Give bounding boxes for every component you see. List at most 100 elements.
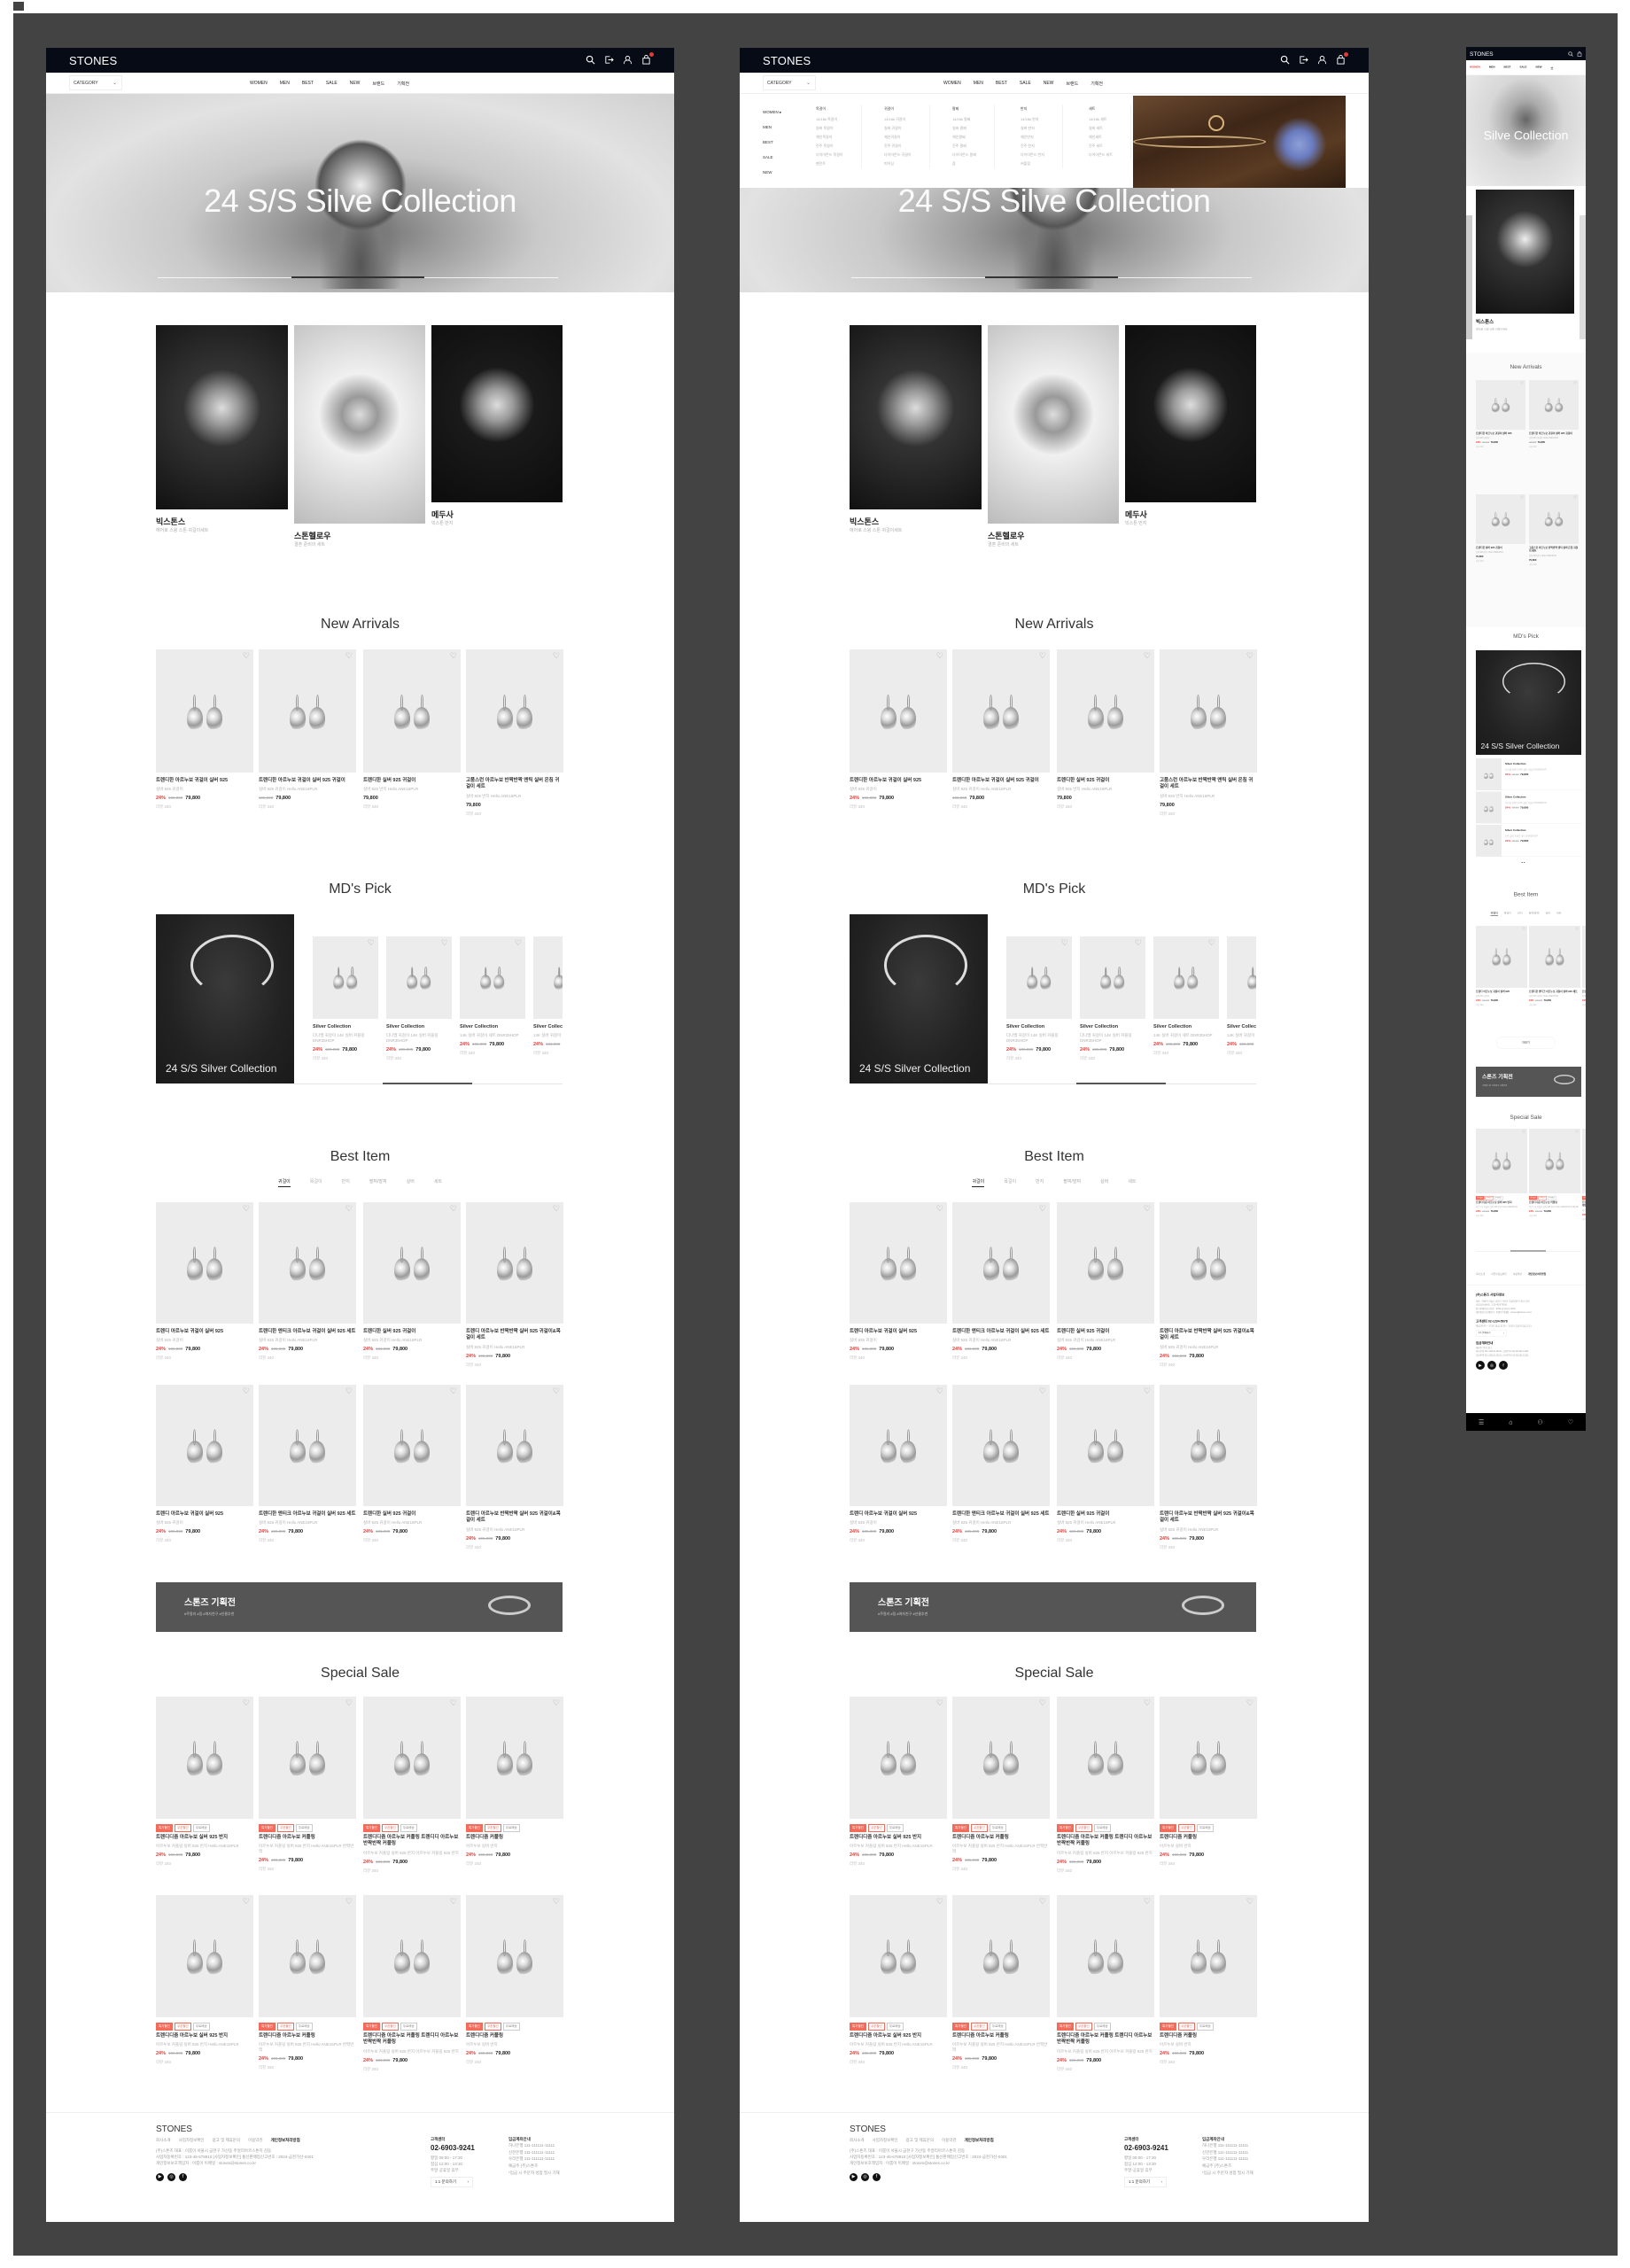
mega-menu-link[interactable]: 체인목걸이 [816, 133, 843, 142]
product-name[interactable]: 트렌디디즘 커플링 [1160, 1835, 1257, 1841]
product-card[interactable]: ♡ Silver Collection 다나엘 귀걸이 14K 실버 커플링 DN… [1006, 936, 1072, 1061]
product-card[interactable]: ♡ 트렌디한 실버 925 귀걸이 실버 925 반지 Hello ANE16PL… [1057, 649, 1154, 810]
product-card[interactable]: ♡ 트렌디한 앤티크 아르누보 귀걸이 실버 925 세트 실버 925 귀걸이 … [1529, 926, 1580, 1006]
product-card[interactable]: ♡ 특가할인 쿠폰할인 무료배송 트렌디디즘 커플링 아르누보 실버 반지 24% 106… [466, 1895, 563, 2065]
footer-link[interactable]: 광고 및 제휴문의 [906, 2138, 934, 2143]
nav-item[interactable]: MEN [1489, 66, 1495, 70]
facebook-icon[interactable]: f [1499, 1361, 1508, 1371]
mega-menu-link[interactable]: 다이아몬드 목걸이 [816, 151, 843, 159]
mega-menu-link[interactable]: 진주 팔찌 [952, 142, 976, 151]
product-image[interactable]: ♡ [1006, 936, 1072, 1019]
product-name[interactable]: 트렌디한 실버 925 귀걸이 [1476, 547, 1525, 550]
product-name[interactable]: 트렌디 아르누보 반짝반짝 실버 925 귀걸이&목걸이 세트 [1160, 1329, 1257, 1342]
product-card[interactable]: ♡ Silver Collection 14K 실버 귀걸이 24%106,000… [533, 936, 563, 1056]
product-image[interactable]: ♡ [1057, 1202, 1154, 1324]
heart-icon[interactable]: ♡ [243, 1897, 250, 1907]
product-image[interactable]: ♡ [850, 649, 947, 773]
heart-icon[interactable]: ♡ [1061, 938, 1068, 948]
product-image[interactable]: ♡ [466, 649, 563, 773]
nav-item[interactable]: NEW [1536, 66, 1542, 70]
heart-icon[interactable]: ♡ [450, 1204, 457, 1214]
product-name[interactable]: 트렌디 아르누보 반짝반짝 실버 925 귀걸이&목걸이 세트 [1160, 1511, 1257, 1525]
product-name[interactable]: 트렌디디즘 아르누보 커플링 [259, 1835, 356, 1841]
mega-menu-link[interactable]: 체인팔찌 [952, 133, 976, 142]
product-name[interactable]: 트렌디한 아르누보 귀걸이 실버 925 [1476, 432, 1525, 436]
carousel-scroll-thumb[interactable] [1075, 1083, 1166, 1084]
mega-menu-column-title[interactable]: 귀걸이 [884, 105, 912, 113]
mega-menu-category[interactable]: BEST [763, 135, 781, 150]
heart-icon[interactable]: ♡ [1246, 1897, 1254, 1907]
mega-menu-link[interactable]: 14/18k 팔찌 [952, 115, 976, 124]
brand-logo[interactable]: STONES [69, 54, 117, 67]
heart-icon[interactable]: ♡ [936, 1698, 943, 1708]
product-card[interactable]: ♡ 특가할인 쿠폰할인 무료배송 트렌디디즘 아르누보 실버 925 반지 아르누보 커… [156, 1895, 253, 2065]
product-name[interactable]: 트렌디한 앤티크 아르누보 귀걸이 실버 925 세트 [952, 1511, 1050, 1518]
heart-icon[interactable]: ♡ [345, 651, 353, 661]
product-card[interactable]: ♡ 트렌디 아르누보 귀걸이 실버 925 실버 925 귀걸이 24% 106,0… [850, 1385, 947, 1543]
product-name[interactable]: 트렌디디즘 아르누보 실버 925 반지 [850, 1835, 947, 1841]
best-tab[interactable]: 반지 [342, 1178, 350, 1187]
product-image[interactable]: ♡ [1057, 1697, 1154, 1819]
best-tab[interactable]: 세트 [434, 1178, 442, 1187]
heart-icon[interactable]: ♡ [1522, 1130, 1525, 1135]
product-image[interactable]: ♡ [1160, 1385, 1257, 1506]
featured-image[interactable] [988, 325, 1119, 524]
featured-title[interactable]: 메두사 [1125, 509, 1147, 520]
product-card[interactable]: ♡ 트렌디한 앤티크 아르누보 귀걸이 실버 925 세트 실버 925 귀걸이 … [952, 1385, 1050, 1543]
product-card[interactable]: ♡ 트렌디한 아르누보 귀걸이 실버 925 실버 925 귀걸이 24% 106,… [156, 649, 253, 810]
product-card[interactable]: ♡ 트렌디한 앤티크 아르누보 귀걸이 실버 925 세트 실버 925 귀걸이 … [952, 1202, 1050, 1361]
product-image[interactable]: ♡ [1529, 380, 1579, 430]
instagram-icon[interactable]: ◎ [1487, 1361, 1496, 1371]
product-name[interactable]: 트렌디디즘 아르누보 커플링 [1529, 1201, 1580, 1205]
nav-item[interactable]: WOMEN [250, 81, 268, 87]
product-image[interactable]: ♡ [1476, 380, 1525, 430]
mega-menu-link[interactable]: 다이아몬드 세트 [1089, 151, 1113, 159]
product-image[interactable]: ♡ [363, 649, 461, 773]
nav-item[interactable]: SALE [326, 81, 338, 87]
product-image[interactable]: ♡ [1080, 936, 1145, 1019]
best-tab[interactable]: 팔찌/발찌 [1063, 1178, 1081, 1187]
product-card[interactable]: ♡ 트렌디한 아르누보 귀걸이 실버 925 귀걸이 실버 925 귀걸이 Hel… [952, 649, 1050, 810]
featured-image[interactable] [1125, 325, 1256, 502]
mega-menu-column-title[interactable]: 세트 [1089, 105, 1113, 113]
product-image[interactable]: ♡ [850, 1202, 947, 1324]
heart-icon[interactable]: ♡ [1144, 1897, 1151, 1907]
nav-item[interactable]: BEST [996, 81, 1007, 87]
product-image[interactable]: ♡ [363, 1385, 461, 1506]
mega-menu-link[interactable]: 실버 목걸이 [816, 124, 843, 133]
brand-logo[interactable]: STONES [1470, 50, 1494, 58]
product-name[interactable]: 고품스런 아르누보 반짝반짝 앤틱 실버 은침 귀걸이 세트 [1529, 547, 1579, 553]
featured-image[interactable] [294, 325, 425, 524]
footer-link[interactable]: 개인정보처리방침 [965, 2138, 994, 2143]
product-image[interactable]: ♡ [156, 1895, 253, 2017]
heart-icon[interactable]: ♡ [1575, 927, 1579, 932]
product-card[interactable]: ♡ 특가할인 쿠폰할인 무료배송 트렌디디즘 아르누보 커플링 아르누보 커플링 실버 … [259, 1697, 356, 1872]
mega-menu-link[interactable]: 진주 목걸이 [816, 142, 843, 151]
product-name[interactable]: 트렌디디즘 아르누보 커플링 [952, 2033, 1050, 2039]
heart-icon[interactable]: ♡ [450, 651, 457, 661]
menu-icon[interactable]: ☰ [1479, 1418, 1484, 1426]
product-card[interactable]: ♡특가할인쿠폰할인무료배송트렌디디즘 아르누보 커플링 트렌디디 아르누보 반짝… [1582, 1129, 1586, 1221]
product-image[interactable]: ♡ [259, 1697, 356, 1819]
product-image[interactable]: ♡ [1529, 1129, 1580, 1193]
product-card[interactable]: ♡ 트렌디한 실버 925 귀걸이 실버 925 귀걸이 Hello ANE16P… [1057, 1385, 1154, 1543]
product-card[interactable]: ♡ Silver Collection 14K 실버 귀걸이 24%106,000… [1227, 936, 1256, 1056]
product-image[interactable]: ♡ [1160, 1895, 1257, 2017]
mega-menu-link[interactable]: 다이아몬드 귀걸이 [884, 151, 912, 159]
best-tab[interactable]: 실버 [1545, 911, 1550, 916]
heart-icon[interactable]: ♡ [1246, 1386, 1254, 1396]
user-icon[interactable] [623, 55, 633, 65]
featured-title[interactable]: 빅스톤스 [850, 516, 879, 527]
product-name[interactable]: 트렌디한 실버 925 귀걸이 [363, 778, 461, 784]
search-icon[interactable] [1280, 55, 1290, 65]
product-image[interactable]: ♡ [1160, 649, 1257, 773]
product-image[interactable]: ♡ [466, 1697, 563, 1819]
product-image[interactable]: ♡ [1529, 926, 1580, 988]
product-name[interactable]: 트렌디디즘 아르누보 커플링 트렌디디 아르누보 반짝반짝 커플링 [363, 2033, 461, 2047]
nav-item[interactable]: BEST [302, 81, 314, 87]
heart-icon[interactable]: ♡ [1522, 927, 1525, 932]
cart-icon[interactable] [1577, 51, 1582, 57]
best-tab[interactable]: 목걸이 [1004, 1178, 1016, 1187]
heart-icon[interactable]: ♡ [553, 651, 560, 661]
mega-menu-link[interactable]: 실버 귀걸이 [884, 124, 912, 133]
